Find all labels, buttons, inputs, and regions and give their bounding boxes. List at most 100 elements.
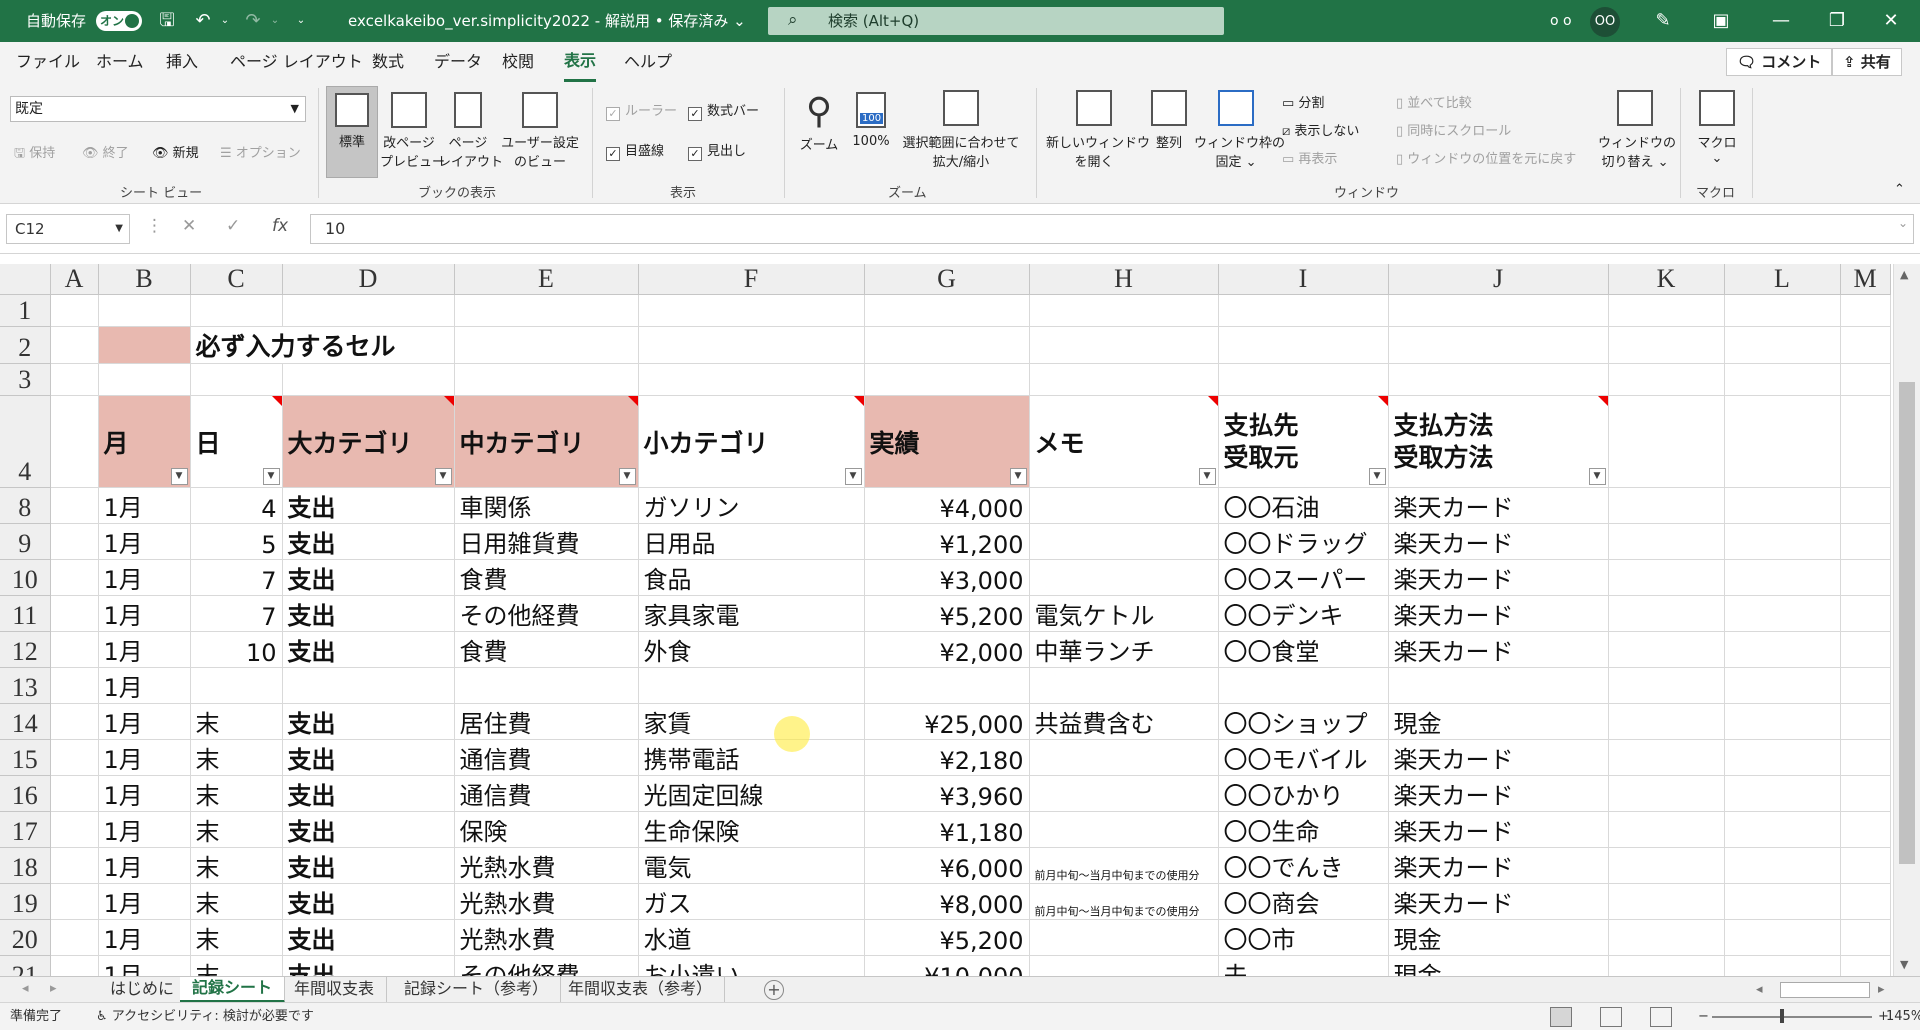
column-header[interactable]: L	[1724, 264, 1841, 295]
tab-file[interactable]: ファイル	[16, 42, 80, 82]
cell-month[interactable]: 1月	[98, 883, 191, 920]
cell-actual[interactable]: ¥4,000	[864, 487, 1030, 524]
close-icon[interactable]: ✕	[1880, 10, 1902, 32]
cell[interactable]	[864, 294, 1030, 327]
cell-day[interactable]: 末	[190, 703, 283, 740]
cell[interactable]	[1608, 703, 1725, 740]
header-mid-category[interactable]: 中カテゴリ ▼	[454, 395, 639, 488]
cell[interactable]	[1724, 703, 1841, 740]
cell-memo[interactable]	[1029, 955, 1219, 976]
cell[interactable]	[50, 363, 99, 396]
cell-payee[interactable]: 〇〇市	[1218, 919, 1389, 956]
cell-payee[interactable]: 〇〇商会	[1218, 883, 1389, 920]
sheet-tab-record[interactable]: 記録シート	[180, 977, 286, 1003]
custom-views-button[interactable]: ユーザー設定 のビュー	[500, 92, 580, 170]
cancel-icon[interactable]: ✕	[182, 216, 196, 236]
cell-minor-category[interactable]: 携帯電話	[638, 739, 865, 776]
cell[interactable]	[1724, 919, 1841, 956]
filter-dropdown-icon[interactable]: ▼	[844, 468, 862, 485]
cell-major-category[interactable]: 支出	[282, 847, 455, 884]
cell-payment-method[interactable]: 現金	[1388, 919, 1609, 956]
horizontal-scrollbar[interactable]	[1780, 982, 1870, 998]
cell[interactable]	[1608, 294, 1725, 327]
cell[interactable]	[50, 739, 99, 776]
cell-month[interactable]: 1月	[98, 631, 191, 668]
cell-minor-category[interactable]: ガソリン	[638, 487, 865, 524]
column-header[interactable]: J	[1388, 264, 1609, 295]
row-header[interactable]: 11	[0, 595, 51, 632]
cell-minor-category[interactable]: お小遣い	[638, 955, 865, 976]
select-all-corner[interactable]	[0, 264, 51, 295]
cell-mid-category[interactable]: 光熱水費	[454, 919, 639, 956]
cell[interactable]	[1840, 667, 1891, 704]
cell-minor-category[interactable]: 日用品	[638, 523, 865, 560]
cell[interactable]	[1840, 883, 1891, 920]
cell-actual[interactable]: ¥3,000	[864, 559, 1030, 596]
cell[interactable]	[282, 363, 455, 396]
cell[interactable]	[1840, 775, 1891, 812]
tab-data[interactable]: データ	[434, 42, 482, 82]
cell[interactable]	[190, 294, 283, 327]
cell-mid-category[interactable]: その他経費	[454, 595, 639, 632]
cell[interactable]	[50, 595, 99, 632]
unhide-window-button[interactable]: ▭ 再表示	[1282, 148, 1337, 167]
share-button[interactable]: ⇪ 共有	[1832, 48, 1902, 76]
cell[interactable]	[1608, 326, 1725, 364]
page-break-view-icon[interactable]	[1650, 1007, 1672, 1027]
cell-month[interactable]: 1月	[98, 487, 191, 524]
redo-dropdown-icon[interactable]: ⌄	[264, 10, 286, 32]
cell[interactable]	[1724, 883, 1841, 920]
cell[interactable]	[50, 631, 99, 668]
new-window-button[interactable]: 新しいウィンドウ を開く	[1046, 90, 1150, 170]
row-header[interactable]: 13	[0, 667, 51, 704]
cell-memo[interactable]	[1029, 919, 1219, 956]
cell-mid-category[interactable]: 保険	[454, 811, 639, 848]
sheet-tab-record-ref[interactable]: 記録シート（参考）	[392, 977, 562, 1003]
cell-major-category[interactable]: 支出	[282, 883, 455, 920]
cell[interactable]	[1840, 523, 1891, 560]
cell[interactable]	[638, 294, 865, 327]
normal-view-icon[interactable]	[1550, 1007, 1572, 1027]
filter-dropdown-icon[interactable]: ▼	[1588, 468, 1606, 485]
cell-minor-category[interactable]: 外食	[638, 631, 865, 668]
row-header[interactable]: 14	[0, 703, 51, 740]
cell-major-category[interactable]: 支出	[282, 739, 455, 776]
header-memo[interactable]: メモ ▼	[1029, 395, 1219, 488]
cell-payment-method[interactable]: 楽天カード	[1388, 883, 1609, 920]
cell-payment-method[interactable]: 楽天カード	[1388, 595, 1609, 632]
cell[interactable]	[50, 395, 99, 488]
row-header[interactable]: 1	[0, 294, 51, 327]
undo-dropdown-icon[interactable]: ⌄	[214, 10, 236, 32]
header-actual[interactable]: 実績 ▼	[864, 395, 1030, 488]
header-day[interactable]: 日 ▼	[190, 395, 283, 488]
cell-memo[interactable]: 共益費含む	[1029, 703, 1219, 740]
cell[interactable]	[1840, 631, 1891, 668]
cell-day[interactable]: 末	[190, 811, 283, 848]
cell-actual[interactable]: ¥2,180	[864, 739, 1030, 776]
column-header[interactable]: M	[1840, 264, 1891, 295]
cell-mid-category[interactable]: 光熱水費	[454, 883, 639, 920]
redo-icon[interactable]: ↷	[242, 10, 264, 32]
name-box[interactable]: C12 ▼	[6, 214, 130, 244]
cell[interactable]	[1840, 363, 1891, 396]
tab-view[interactable]: 表示	[564, 42, 597, 82]
cell-memo[interactable]: 前月中旬～当月中旬までの使用分	[1029, 883, 1219, 920]
sheet-tab-annual-ref[interactable]: 年間収支表（参考）	[556, 977, 726, 1003]
cell[interactable]	[50, 775, 99, 812]
cell[interactable]	[1724, 811, 1841, 848]
cell[interactable]	[50, 811, 99, 848]
reset-window-position-button[interactable]: ▯ ウィンドウの位置を元に戻す	[1396, 148, 1576, 167]
scroll-down-icon[interactable]: ▼	[1900, 958, 1908, 971]
cell-payment-method[interactable]: 現金	[1388, 955, 1609, 976]
cell-major-category[interactable]: 支出	[282, 775, 455, 812]
cell-major-category[interactable]: 支出	[282, 703, 455, 740]
cell-major-category[interactable]: 支出	[282, 487, 455, 524]
cell[interactable]	[1029, 294, 1219, 327]
arrange-all-button[interactable]: 整列	[1144, 90, 1194, 151]
comment-button[interactable]: 🗨 コメント	[1726, 48, 1833, 76]
cell[interactable]	[282, 294, 455, 327]
cell[interactable]	[1840, 395, 1891, 488]
column-header[interactable]: B	[98, 264, 191, 295]
cell-month[interactable]: 1月	[98, 955, 191, 976]
sheet-view-exit-button[interactable]: 👁 終了	[82, 142, 129, 161]
